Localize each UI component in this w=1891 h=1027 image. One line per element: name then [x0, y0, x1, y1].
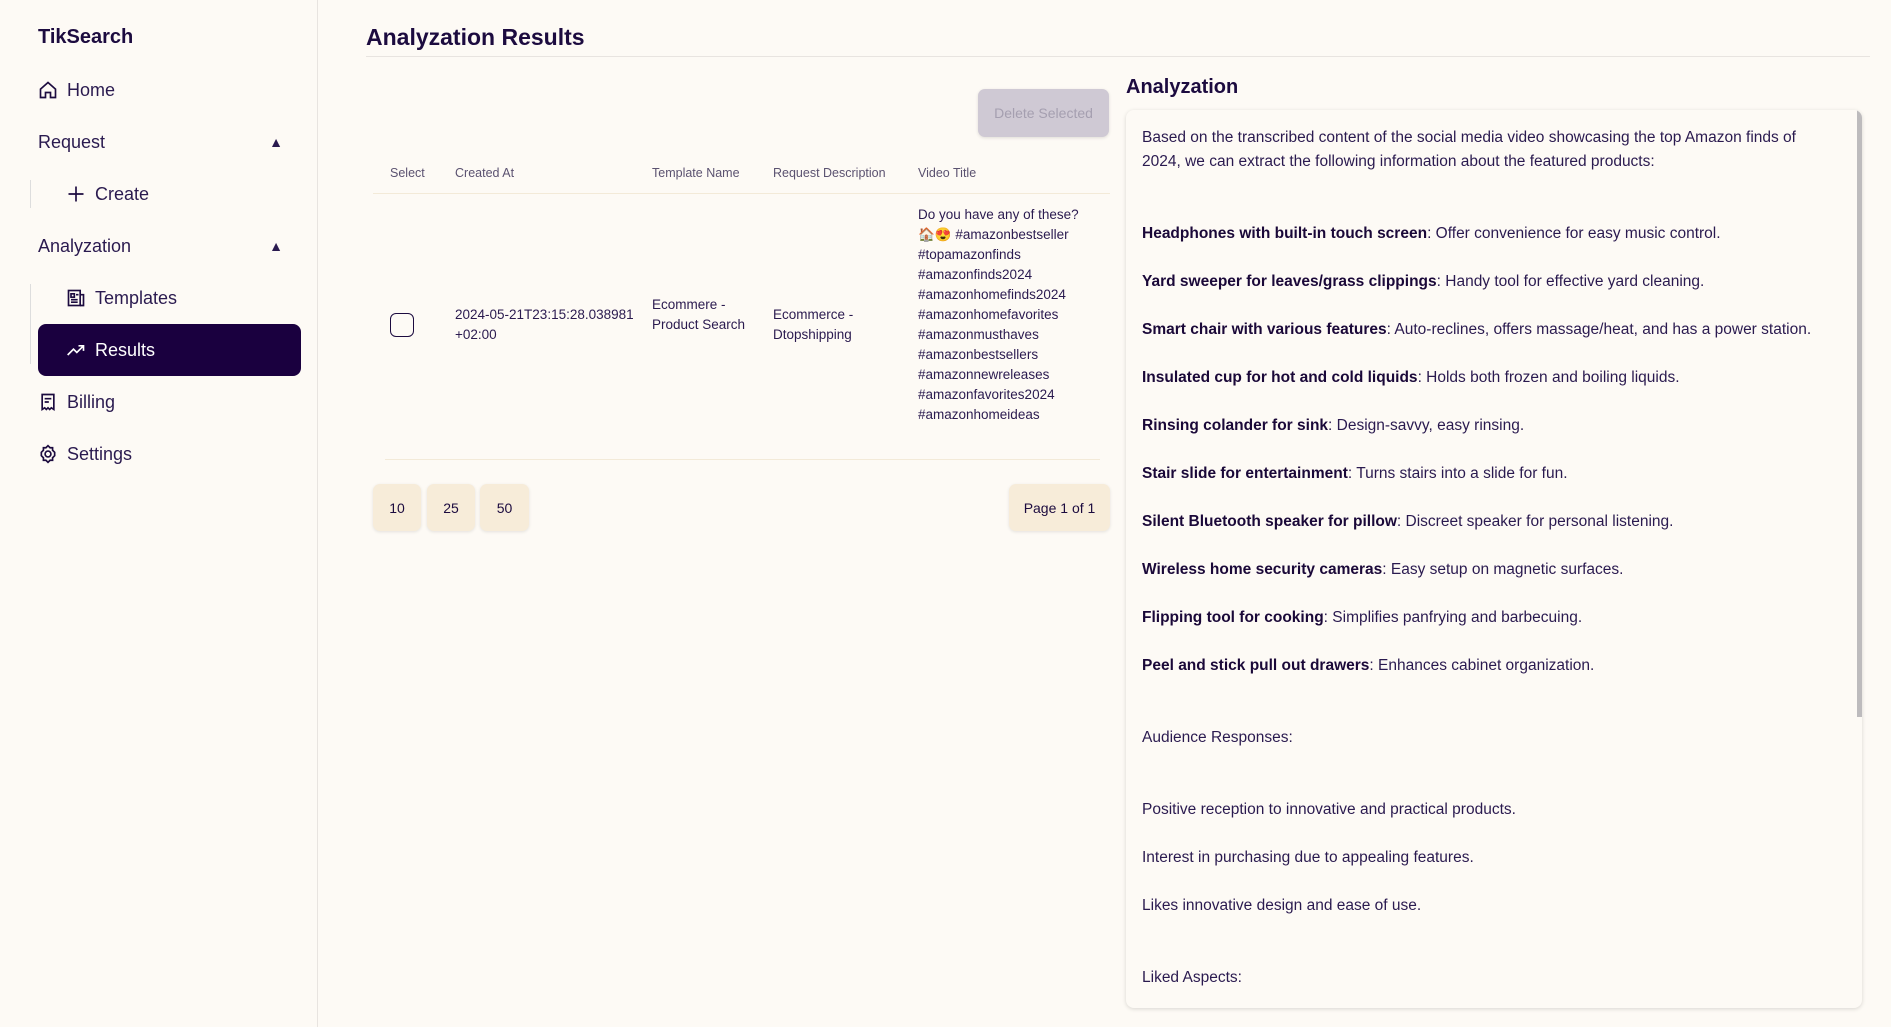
product-item: Stair slide for entertainment: Turns sta… — [1142, 462, 1826, 486]
product-description: : Design-savvy, easy rinsing. — [1328, 417, 1525, 434]
chevron-up-icon: ▲ — [269, 134, 283, 150]
column-header-created-at[interactable]: Created At — [455, 166, 514, 180]
product-description: : Enhances cabinet organization. — [1369, 657, 1595, 674]
product-name: Flipping tool for cooking — [1142, 609, 1324, 626]
product-item: Smart chair with various features: Auto-… — [1142, 318, 1826, 342]
audience-item: Positive reception to innovative and pra… — [1142, 801, 1516, 818]
sidebar-item-label: Analyzation — [38, 235, 132, 256]
product-item: Headphones with built-in touch screen: O… — [1142, 222, 1826, 246]
product-description: : Easy setup on magnetic surfaces. — [1382, 561, 1624, 578]
analysis-intro: Based on the transcribed content of the … — [1142, 129, 1796, 170]
sidebar-item-request[interactable]: Request ▲ — [38, 116, 301, 168]
sidebar-item-billing[interactable]: Billing — [38, 376, 301, 428]
product-item: Wireless home security cameras: Easy set… — [1142, 558, 1826, 582]
created-at-cell: 2024-05-21T23:15:28.038981+02:00 — [455, 307, 634, 342]
column-header-video-title[interactable]: Video Title — [918, 166, 976, 180]
page-size-25-button[interactable]: 25 — [427, 484, 475, 531]
sidebar-item-label: Templates — [95, 287, 178, 308]
receipt-icon — [41, 393, 55, 412]
sidebar-item-create[interactable]: Create — [38, 168, 301, 220]
page-size-50-button[interactable]: 50 — [480, 484, 529, 531]
sidebar-item-home[interactable]: Home — [38, 64, 301, 116]
page-info: Page 1 of 1 — [1009, 484, 1110, 531]
product-description: : Turns stairs into a slide for fun. — [1347, 465, 1568, 482]
column-header-request-description[interactable]: Request Description — [773, 166, 886, 180]
sidebar-item-analyzation[interactable]: Analyzation ▲ — [38, 220, 301, 272]
product-name: Wireless home security cameras — [1142, 561, 1383, 578]
request-description-cell: Ecommerce - Dtopshipping — [773, 307, 854, 342]
product-item: Silent Bluetooth speaker for pillow: Dis… — [1142, 510, 1826, 534]
divider — [30, 180, 31, 208]
page-title: Analyzation Results — [366, 24, 585, 50]
page-size-10-button[interactable]: 10 — [373, 484, 421, 531]
sidebar-item-settings[interactable]: Settings — [38, 428, 301, 480]
product-name: Silent Bluetooth speaker for pillow — [1142, 513, 1397, 530]
divider — [30, 284, 31, 364]
divider — [366, 56, 1870, 57]
product-description: : Handy tool for effective yard cleaning… — [1436, 273, 1705, 290]
audience-item: Interest in purchasing due to appealing … — [1142, 849, 1474, 866]
analysis-panel[interactable]: Based on the transcribed content of the … — [1126, 110, 1862, 1008]
product-name: Yard sweeper for leaves/grass clippings — [1142, 273, 1437, 290]
brand-logo: TikSearch — [38, 26, 134, 48]
delete-selected-button[interactable]: Delete Selected — [978, 89, 1109, 137]
divider — [385, 459, 1100, 460]
product-name: Rinsing colander for sink — [1142, 417, 1329, 434]
scrollbar-thumb[interactable] — [1857, 110, 1862, 717]
product-item: Insulated cup for hot and cold liquids: … — [1142, 366, 1826, 390]
audience-heading: Audience Responses: — [1142, 729, 1293, 746]
product-name: Smart chair with various features — [1142, 321, 1387, 338]
video-title-cell: Do you have any of these? 🏠😍 #amazonbest… — [918, 207, 1079, 422]
liked-heading: Liked Aspects: — [1142, 969, 1242, 986]
product-description: : Holds both frozen and boiling liquids. — [1417, 369, 1680, 386]
product-description: : Offer convenience for easy music contr… — [1427, 225, 1721, 242]
sidebar-item-label: Request — [38, 131, 106, 152]
product-item: Peel and stick pull out drawers: Enhance… — [1142, 654, 1826, 678]
product-name: Peel and stick pull out drawers — [1142, 657, 1370, 674]
column-header-select: Select — [390, 166, 425, 180]
trending-up-icon — [67, 345, 85, 356]
divider — [373, 193, 1110, 194]
plus-icon — [68, 186, 84, 202]
sidebar-item-templates[interactable]: Templates — [38, 272, 301, 324]
audience-item: Likes innovative design and ease of use. — [1142, 897, 1422, 914]
sidebar-item-label: Create — [95, 183, 150, 204]
product-name: Headphones with built-in touch screen — [1142, 225, 1428, 242]
template-name-cell: Ecommere - Product Search — [652, 297, 746, 332]
gear-icon — [40, 444, 56, 464]
row-select-checkbox[interactable] — [390, 313, 414, 337]
sidebar-item-label: Settings — [67, 443, 133, 464]
product-description: : Discreet speaker for personal listenin… — [1396, 513, 1674, 530]
product-description: : Simplifies panfrying and barbecuing. — [1323, 609, 1583, 626]
newspaper-icon — [67, 289, 85, 307]
analysis-title: Analyzation — [1126, 76, 1239, 98]
sidebar-item-results[interactable]: Results — [38, 324, 301, 376]
product-name: Insulated cup for hot and cold liquids — [1142, 369, 1418, 386]
sidebar-item-label: Home — [67, 79, 116, 100]
sidebar-item-label: Results — [95, 339, 156, 360]
chevron-up-icon: ▲ — [269, 238, 283, 254]
sidebar: TikSearch Home Request ▲ Create Analyzat… — [0, 0, 318, 1027]
sidebar-item-label: Billing — [67, 391, 116, 412]
product-item: Yard sweeper for leaves/grass clippings:… — [1142, 270, 1826, 294]
product-item: Rinsing colander for sink: Design-savvy,… — [1142, 414, 1826, 438]
column-header-template-name[interactable]: Template Name — [652, 166, 740, 180]
product-name: Stair slide for entertainment — [1142, 465, 1348, 482]
product-description: : Auto-reclines, offers massage/heat, an… — [1386, 321, 1812, 338]
product-item: Flipping tool for cooking: Simplifies pa… — [1142, 606, 1826, 630]
home-icon — [39, 81, 57, 99]
